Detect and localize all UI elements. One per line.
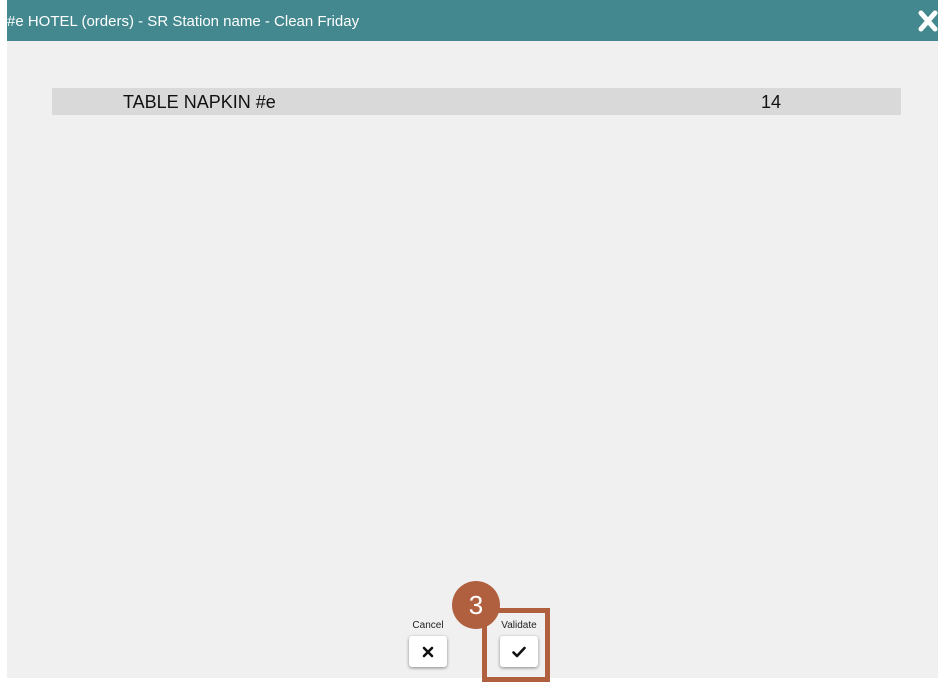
validate-button[interactable] bbox=[500, 636, 538, 667]
step-badge: 3 bbox=[452, 581, 500, 629]
dialog-title: #e HOTEL (orders) - SR Station name - Cl… bbox=[7, 13, 360, 30]
dialog-titlebar: #e HOTEL (orders) - SR Station name - Cl… bbox=[7, 0, 938, 41]
order-dialog: #e HOTEL (orders) - SR Station name - Cl… bbox=[7, 0, 938, 678]
x-icon bbox=[422, 646, 434, 657]
cancel-button[interactable] bbox=[409, 636, 447, 667]
item-name: TABLE NAPKIN #e bbox=[123, 92, 276, 112]
cancel-action: Cancel bbox=[403, 619, 453, 672]
list-item[interactable]: TABLE NAPKIN #e 14 bbox=[52, 88, 901, 115]
cancel-label: Cancel bbox=[412, 620, 444, 631]
validate-action: Validate bbox=[494, 619, 544, 672]
close-button[interactable] bbox=[918, 10, 938, 32]
item-quantity: 14 bbox=[761, 92, 782, 112]
validate-label: Validate bbox=[501, 620, 537, 631]
close-icon bbox=[918, 10, 938, 32]
checkmark-icon bbox=[512, 646, 526, 657]
